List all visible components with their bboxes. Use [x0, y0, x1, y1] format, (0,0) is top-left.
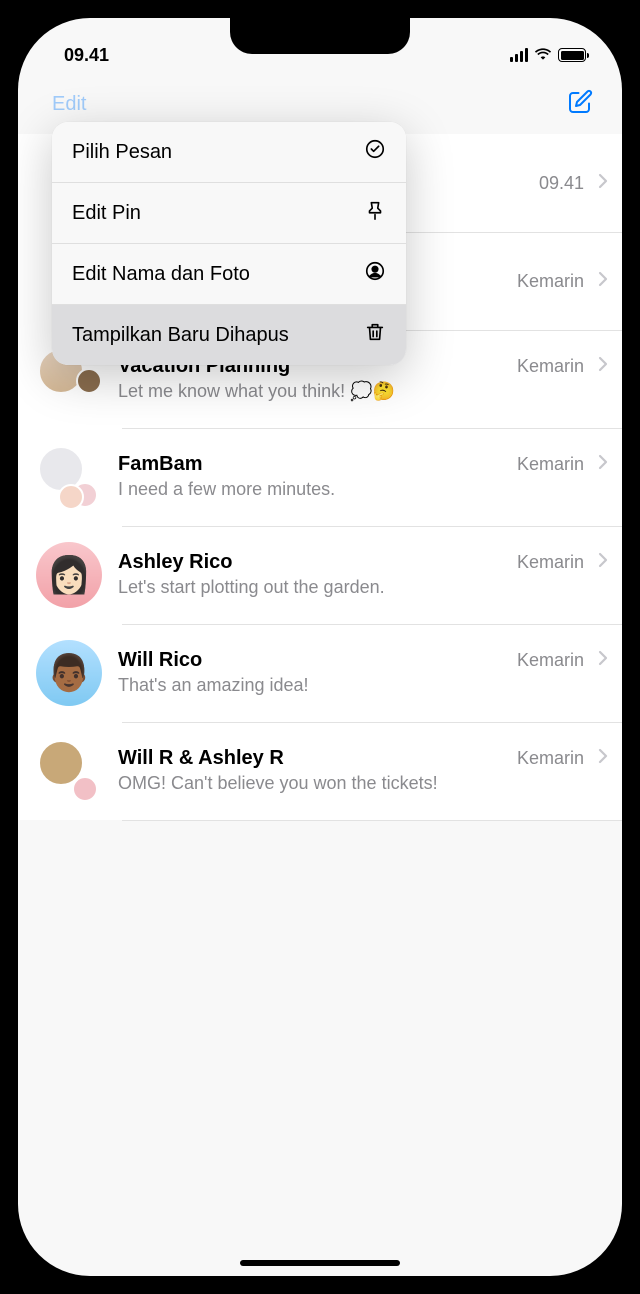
cellular-icon: [510, 48, 528, 62]
battery-icon: [558, 48, 586, 62]
avatar: [36, 738, 102, 804]
edit-menu: Pilih Pesan Edit Pin Edit Nama dan Foto …: [52, 122, 406, 365]
row-time: Kemarin: [517, 650, 584, 671]
compose-button[interactable]: [566, 88, 594, 121]
trash-icon: [364, 321, 386, 349]
screen: 09.41 Edit 09.41: [18, 18, 622, 1276]
chevron-right-icon: [598, 454, 608, 475]
pin-icon: [364, 199, 386, 227]
conversation-row[interactable]: Will R & Ashley R Kemarin OMG! Can't bel…: [18, 722, 622, 820]
conversation-preview: OMG! Can't believe you won the tickets!: [118, 772, 608, 795]
conversation-name: FamBam: [118, 453, 202, 476]
chevron-right-icon: [598, 173, 608, 194]
menu-show-recently-deleted[interactable]: Tampilkan Baru Dihapus: [52, 305, 406, 365]
menu-edit-pin[interactable]: Edit Pin: [52, 183, 406, 244]
row-time: Kemarin: [517, 454, 584, 475]
checkmark-circle-icon: [364, 138, 386, 166]
chevron-right-icon: [598, 748, 608, 769]
row-time: Kemarin: [517, 356, 584, 377]
row-time: Kemarin: [517, 271, 584, 292]
chevron-right-icon: [598, 271, 608, 292]
chevron-right-icon: [598, 356, 608, 377]
notch: [230, 18, 410, 54]
row-time: Kemarin: [517, 748, 584, 769]
menu-label: Pilih Pesan: [72, 141, 172, 164]
conversation-row[interactable]: 👨🏾 Will Rico Kemarin That's an amazing i…: [18, 624, 622, 722]
row-time: 09.41: [539, 173, 584, 194]
conversation-preview: Let me know what you think! 💭🤔: [118, 380, 608, 403]
avatar: [36, 444, 102, 510]
conversation-row[interactable]: 👩🏻 Ashley Rico Kemarin Let's start plott…: [18, 526, 622, 624]
phone-frame: 09.41 Edit 09.41: [0, 0, 640, 1294]
avatar: 👩🏻: [36, 542, 102, 608]
avatar: 👨🏾: [36, 640, 102, 706]
conversation-name: Will R & Ashley R: [118, 747, 284, 770]
chevron-right-icon: [598, 650, 608, 671]
home-indicator[interactable]: [240, 1260, 400, 1266]
conversation-name: Ashley Rico: [118, 551, 232, 574]
person-circle-icon: [364, 260, 386, 288]
conversation-row[interactable]: FamBam Kemarin I need a few more minutes…: [18, 428, 622, 526]
menu-select-messages[interactable]: Pilih Pesan: [52, 122, 406, 183]
conversation-preview: That's an amazing idea!: [118, 674, 608, 697]
conversation-name: Will Rico: [118, 649, 202, 672]
menu-label: Edit Pin: [72, 202, 141, 225]
menu-label: Edit Nama dan Foto: [72, 263, 250, 286]
wifi-icon: [534, 45, 552, 66]
status-indicators: [510, 45, 586, 66]
menu-label: Tampilkan Baru Dihapus: [72, 324, 289, 347]
status-time: 09.41: [64, 45, 109, 66]
conversation-preview: Let's start plotting out the garden.: [118, 576, 608, 599]
row-time: Kemarin: [517, 552, 584, 573]
menu-edit-name-photo[interactable]: Edit Nama dan Foto: [52, 244, 406, 305]
chevron-right-icon: [598, 552, 608, 573]
edit-button[interactable]: Edit: [52, 93, 86, 116]
conversation-preview: I need a few more minutes.: [118, 478, 608, 501]
